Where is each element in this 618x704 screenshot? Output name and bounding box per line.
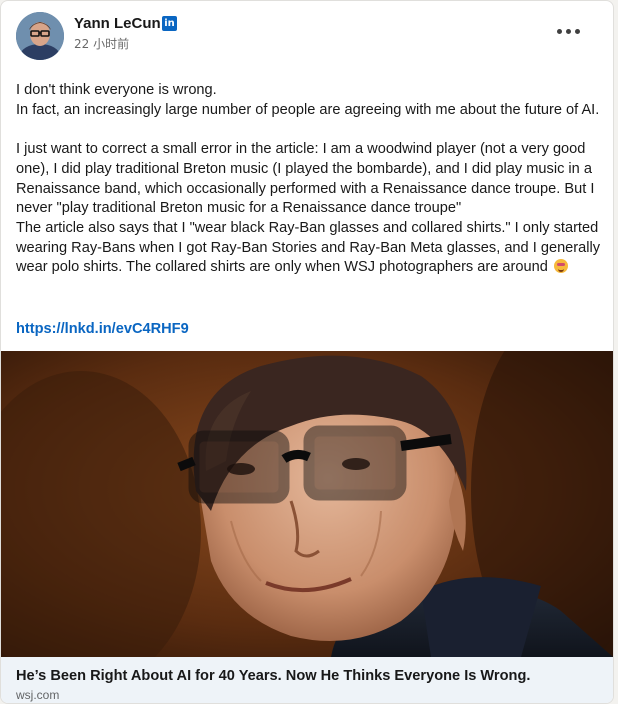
post-text-paragraph: I just want to correct a small error in … [16,141,595,217]
post-body: I don't think everyone is wrong. In fact… [16,81,606,278]
linkedin-icon: in [162,16,177,31]
post-timestamp: 22 小时前 [74,37,130,51]
post-text-span: The article also says that I "wear black… [16,219,601,276]
post-text-line: I don't think everyone is wrong. [16,82,217,98]
grinning-face-emoji [553,259,568,274]
article-title[interactable]: He’s Been Right About AI for 40 Years. N… [16,666,530,686]
post-text-line: In fact, an increasingly large number of… [16,101,600,118]
post-text-paragraph: The article also says that I "wear black… [16,219,606,278]
article-photo [1,351,613,657]
article-preview[interactable]: He’s Been Right About AI for 40 Years. N… [1,351,613,703]
more-horizontal-icon [556,28,562,34]
article-source: wsj.com [16,688,60,702]
avatar-photo [16,12,64,60]
post-card: Yann LeCun in 22 小时前 I don't think every… [0,0,614,704]
article-footer: He’s Been Right About AI for 40 Years. N… [1,657,613,703]
more-dot [574,28,580,34]
author-avatar[interactable] [16,12,64,60]
more-dot [565,28,571,34]
author-name[interactable]: Yann LeCun [74,14,161,34]
post-header: Yann LeCun in 22 小时前 [1,1,613,73]
article-image [1,351,613,657]
post-link[interactable]: https://lnkd.in/evC4RHF9 [16,319,189,339]
more-options-button[interactable] [553,19,583,43]
